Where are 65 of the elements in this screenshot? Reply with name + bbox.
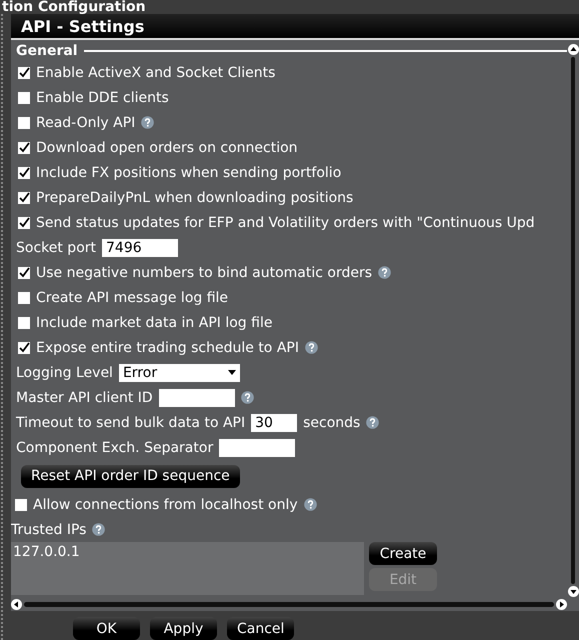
input-field[interactable]: 30 <box>251 414 298 432</box>
dialog-button[interactable]: Cancel <box>227 617 294 640</box>
checkbox[interactable] <box>18 166 30 178</box>
help-icon[interactable] <box>240 391 254 404</box>
checkmark-icon <box>18 142 30 153</box>
checkbox[interactable] <box>18 92 30 104</box>
checkbox-label: Download open orders on connection <box>36 140 298 156</box>
help-icon[interactable] <box>304 498 317 511</box>
ip-list-item[interactable]: 127.0.0.1 <box>13 544 362 560</box>
section-title: General <box>16 43 78 59</box>
trusted-ips-label: Trusted IPs <box>11 522 86 538</box>
help-icon[interactable] <box>92 523 106 536</box>
checkbox[interactable] <box>18 266 30 278</box>
window-title: tion Configuration <box>2 0 146 14</box>
checkmark-icon <box>18 192 30 203</box>
checkbox-label: Allow connections from localhost only <box>33 496 298 512</box>
list-action-button[interactable]: Create <box>369 542 437 565</box>
checkmark-icon <box>18 217 30 228</box>
checkbox[interactable] <box>18 292 30 304</box>
scroll-up-icon[interactable] <box>568 44 578 55</box>
checkbox-label: Include FX positions when sending portfolio <box>36 164 342 180</box>
checkbox-label: Enable ActiveX and Socket Clients <box>36 64 276 80</box>
checkbox-label: Include market data in API log file <box>36 314 272 330</box>
checkmark-icon <box>18 67 30 78</box>
dropdown[interactable]: Error <box>118 364 240 382</box>
checkbox[interactable] <box>18 142 30 154</box>
checkmark-icon <box>18 342 30 353</box>
help-icon[interactable] <box>378 266 392 279</box>
caret-icon <box>228 370 236 375</box>
field-label: Logging Level <box>16 364 113 380</box>
field-label: Timeout to send bulk data to API <box>16 414 246 430</box>
checkbox-label: Create API message log file <box>36 290 228 306</box>
scroll-down-icon[interactable] <box>568 586 578 597</box>
checkbox-label: Send status updates for EFP and Volatility orders with "Continuous Upd <box>36 214 535 230</box>
checkbox[interactable] <box>18 116 30 128</box>
field-label: Master API client ID <box>16 390 153 406</box>
panel-title: API - Settings <box>11 14 579 40</box>
checkbox[interactable] <box>15 498 27 510</box>
checkbox[interactable] <box>18 192 30 204</box>
help-icon[interactable] <box>304 341 318 354</box>
input-field[interactable] <box>158 388 235 406</box>
unit-label: seconds <box>303 414 360 430</box>
checkbox-label: PrepareDailyPnL when downloading positions <box>36 190 354 206</box>
checkbox-label: Read-Only API <box>36 114 136 130</box>
input-field[interactable] <box>219 438 296 456</box>
input-field[interactable]: 7496 <box>102 238 178 256</box>
field-label: Component Exch. Separator <box>16 440 214 456</box>
help-icon[interactable] <box>141 116 154 129</box>
checkbox[interactable] <box>18 66 30 78</box>
checkbox-label: Enable DDE clients <box>36 90 169 106</box>
ip-list[interactable]: 127.0.0.1 <box>11 542 364 595</box>
checkbox-label: Expose entire trading schedule to API <box>36 340 299 356</box>
checkmark-icon <box>18 267 30 278</box>
checkbox[interactable] <box>18 216 30 228</box>
checkbox[interactable] <box>18 342 30 354</box>
help-icon[interactable] <box>366 416 380 429</box>
reset-button[interactable]: Reset API order ID sequence <box>21 464 240 488</box>
dialog-button[interactable]: OK <box>73 617 140 640</box>
dialog-button[interactable]: Apply <box>150 617 217 640</box>
field-label: Socket port <box>16 240 96 256</box>
checkmark-icon <box>18 167 30 178</box>
checkbox-label: Use negative numbers to bind automatic orders <box>36 264 372 280</box>
scroll-left-icon[interactable] <box>11 598 22 610</box>
scroll-right-icon[interactable] <box>556 598 567 610</box>
checkbox[interactable] <box>18 316 30 328</box>
